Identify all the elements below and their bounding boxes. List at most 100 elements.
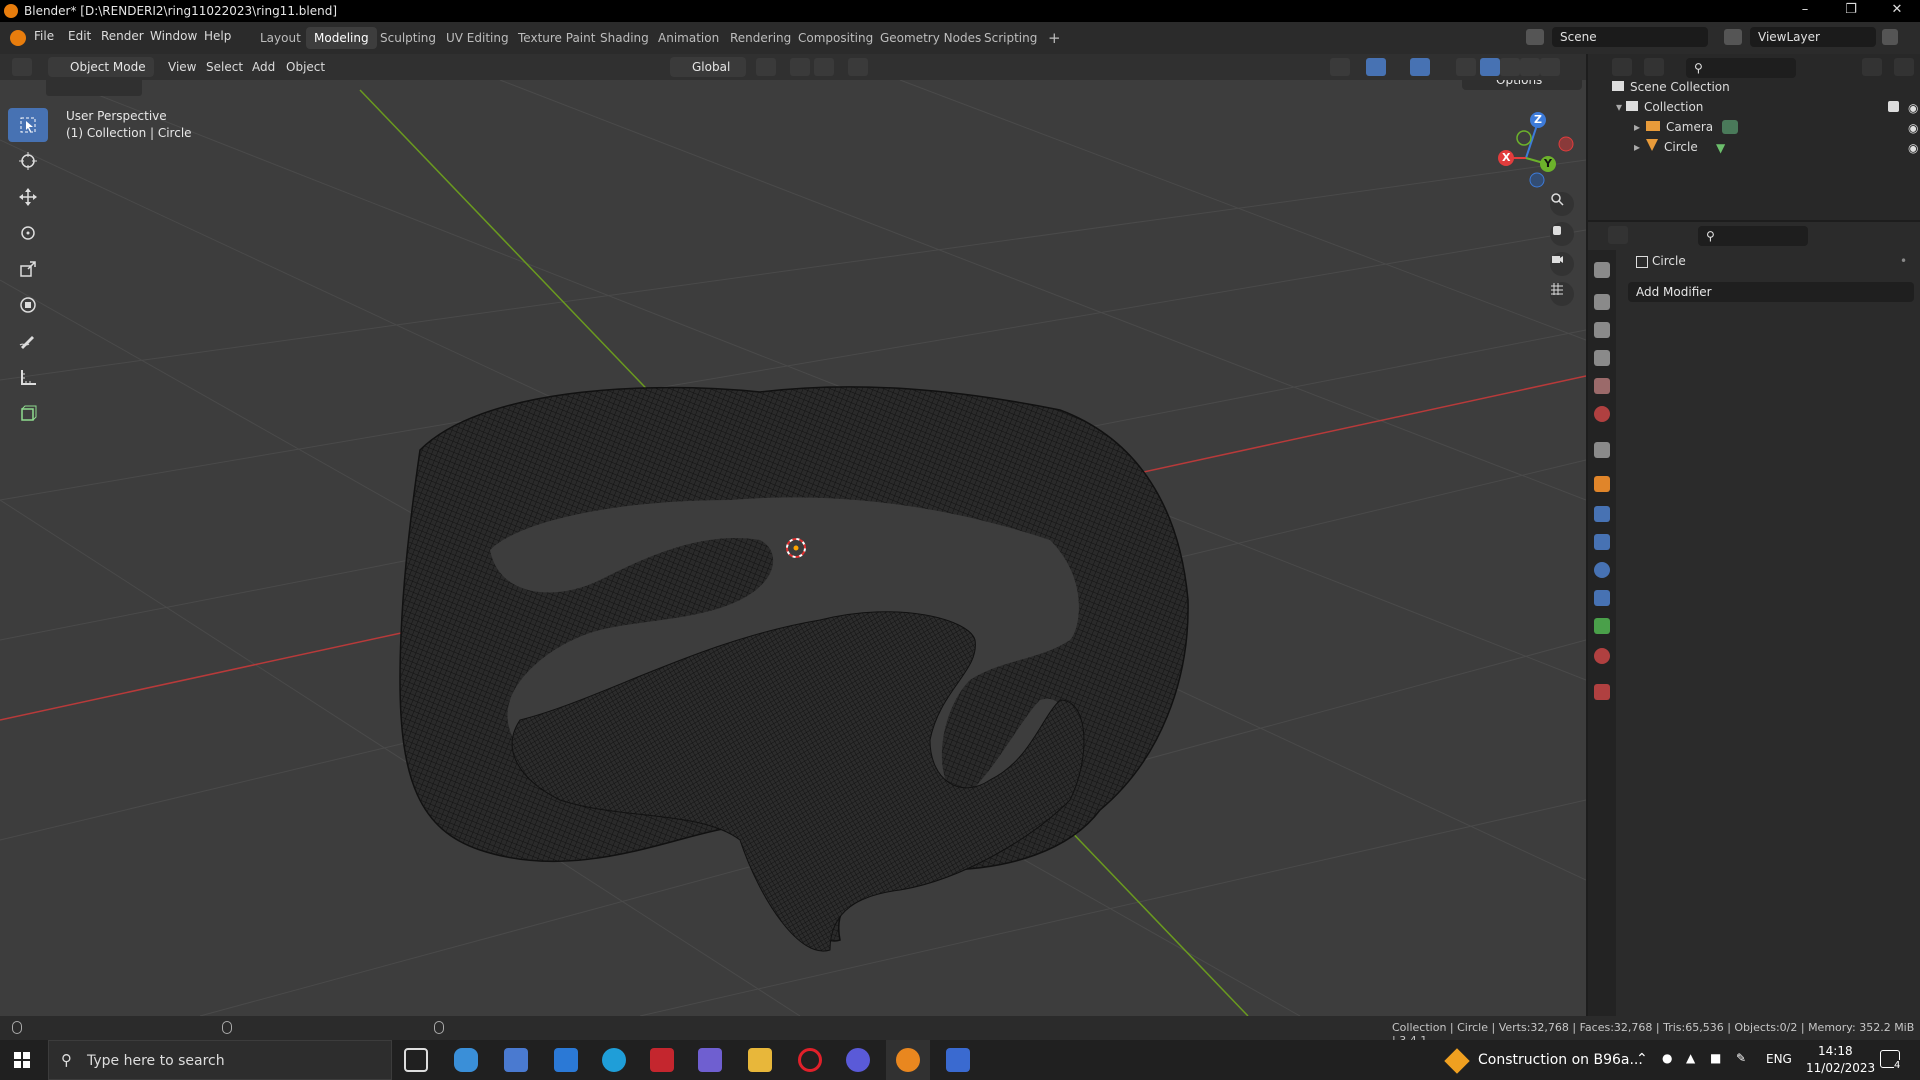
solid-shading-icon[interactable] [1500,58,1520,76]
select-mode-buttons[interactable] [46,80,142,96]
eye-icon[interactable]: ◉ [1908,119,1918,137]
pen-icon[interactable]: ✎ [1736,1051,1746,1065]
tool-icon[interactable] [1594,262,1610,278]
calculator-icon[interactable] [946,1048,970,1072]
output-icon[interactable] [1594,322,1610,338]
data-icon[interactable] [1594,618,1610,634]
tab-texture-paint[interactable]: Texture Paint [510,27,603,49]
filter-icon[interactable] [1862,58,1882,76]
menu-window[interactable]: Window [150,29,197,43]
clock-time[interactable]: 14:18 [1818,1044,1853,1058]
add-modifier-dropdown[interactable]: Add Modifier [1628,282,1914,302]
visibility-icon[interactable] [1330,58,1350,76]
edge-icon[interactable] [602,1048,626,1072]
constraints-icon[interactable] [1594,590,1610,606]
mode-dropdown[interactable]: Object Mode [48,57,154,77]
outliner-item-circle[interactable]: ▸ Circle ▼ ◉ [1634,138,1918,157]
menu-edit[interactable]: Edit [68,29,91,43]
outliner-scene-collection[interactable]: Scene Collection [1612,78,1912,96]
material-shading-icon[interactable] [1520,58,1540,76]
tab-sculpting[interactable]: Sculpting [372,27,444,49]
wireframe-shading-icon[interactable] [1480,58,1500,76]
menu-help[interactable]: Help [204,29,231,43]
tab-geometry-nodes[interactable]: Geometry Nodes [872,27,989,49]
physics-icon[interactable] [1594,562,1610,578]
pivot-icon[interactable] [756,58,776,76]
camera-data-icon[interactable] [1722,120,1738,134]
tray-expand-icon[interactable]: ⌃ [1636,1051,1648,1067]
expand-chevron-icon[interactable]: ▸ [1634,120,1640,134]
tab-rendering[interactable]: Rendering [722,27,799,49]
network-icon[interactable]: ▲ [1686,1051,1695,1065]
particles-icon[interactable] [1594,534,1610,550]
collection-tab-icon[interactable] [1594,442,1610,458]
eye-icon[interactable]: ◉ [1908,139,1918,157]
modifier-icon[interactable] [1594,506,1610,522]
menu-select[interactable]: Select [206,60,243,74]
opera-icon[interactable] [798,1048,822,1072]
scene-field[interactable]: Scene [1552,27,1708,47]
3d-viewport[interactable]: Z X Y User Perspective (1) Collection | … [0,80,1586,1016]
add-cube-icon[interactable] [8,396,48,430]
circle-mesh[interactable] [399,386,1189,952]
expand-chevron-icon[interactable]: ▾ [1616,100,1622,114]
transform-icon[interactable] [8,288,48,322]
tab-layout[interactable]: Layout [252,27,309,49]
options-dropdown[interactable]: Options [1462,80,1582,90]
menu-object[interactable]: Object [286,60,325,74]
file-explorer-icon[interactable] [748,1048,772,1072]
view-layer-field[interactable]: ViewLayer [1750,27,1876,47]
xray-icon[interactable] [1456,58,1476,76]
taskbar-search-box[interactable]: ⚲ Type here to search [48,1040,392,1080]
object-tab-icon[interactable] [1594,476,1610,492]
texture-icon[interactable] [1594,684,1610,700]
material-icon[interactable] [1594,648,1610,664]
cursor-icon[interactable] [8,144,48,178]
pan-hand-icon[interactable] [1550,222,1574,246]
render-icon[interactable] [1594,294,1610,310]
game-app-icon[interactable] [650,1048,674,1072]
tab-scripting[interactable]: Scripting [976,27,1045,49]
eye-icon[interactable]: ◉ [1908,99,1918,117]
view-layer-tab-icon[interactable] [1594,350,1610,366]
outliner-collection[interactable]: ▾ Collection ◉ [1616,98,1918,117]
blender-menu-icon[interactable] [10,30,26,46]
video-editor-icon[interactable] [698,1048,722,1072]
overlay-icon[interactable] [1410,58,1430,76]
menu-file[interactable]: File [34,29,54,43]
outliner-item-camera[interactable]: ▸ Camera ◉ [1634,118,1918,136]
move-icon[interactable] [8,180,48,214]
rendered-shading-icon[interactable] [1540,58,1560,76]
scene-tab-icon[interactable] [1594,378,1610,394]
windows-start-icon[interactable] [14,1052,30,1068]
expand-chevron-icon[interactable]: ▸ [1634,140,1640,154]
pin-icon[interactable]: • [1900,254,1907,268]
volume-icon[interactable]: ■ [1710,1051,1721,1065]
close-icon[interactable]: ✕ [1874,0,1920,22]
select-box-icon[interactable] [8,108,48,142]
properties-editor-icon[interactable] [1608,226,1628,244]
editor-type-icon[interactable] [12,58,32,76]
notification-text[interactable]: Construction on B96a... [1478,1052,1643,1068]
new-view-layer-icon[interactable] [1882,29,1898,45]
language-indicator[interactable]: ENG [1766,1052,1792,1066]
camera-view-icon[interactable] [1550,252,1574,276]
world-icon[interactable] [1594,406,1610,422]
zoom-icon[interactable] [1550,192,1574,216]
snap-icon[interactable] [790,58,810,76]
viewport-canvas[interactable] [0,80,1586,1016]
scale-icon[interactable] [8,252,48,286]
mesh-data-icon[interactable]: ▼ [1716,139,1725,157]
proportional-edit-icon[interactable] [848,58,868,76]
properties-search-icon[interactable]: ⚲ [1698,226,1808,246]
orientation-dropdown[interactable]: Global [670,57,746,77]
new-collection-icon[interactable] [1894,58,1914,76]
task-view-icon[interactable] [404,1048,428,1072]
rotate-icon[interactable] [8,216,48,250]
grid-toggle-icon[interactable] [1550,282,1574,306]
minimize-icon[interactable]: – [1782,0,1828,22]
microphone-icon[interactable]: ● [1662,1051,1672,1065]
messenger-icon[interactable] [846,1048,870,1072]
tab-modeling[interactable]: Modeling [306,27,377,49]
menu-view[interactable]: View [168,60,196,74]
